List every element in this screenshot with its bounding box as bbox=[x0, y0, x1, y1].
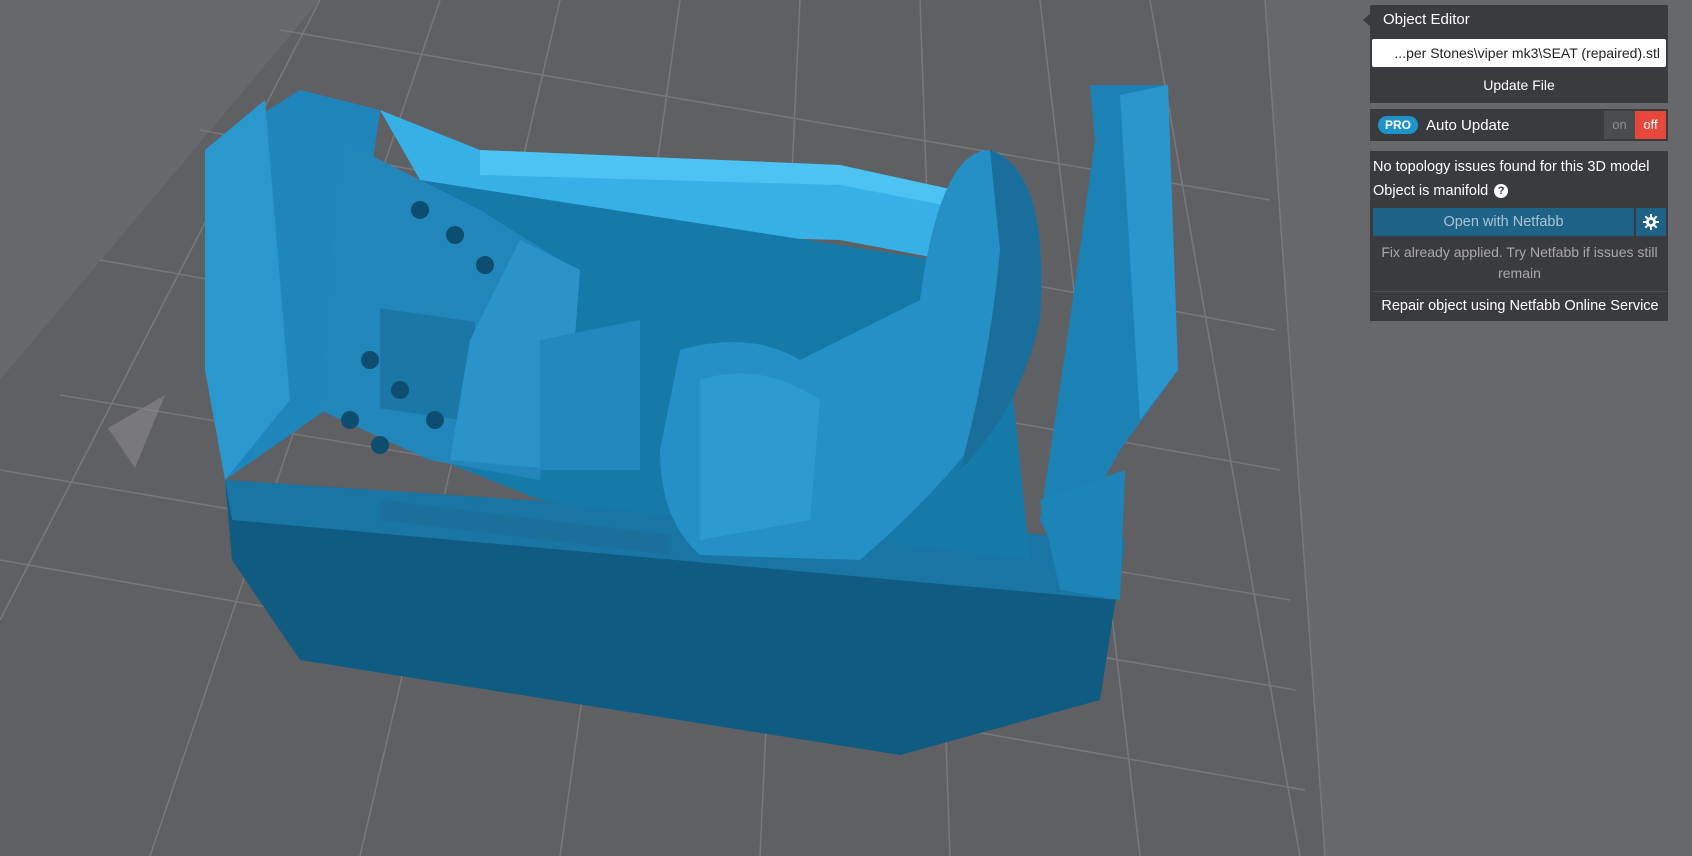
pro-badge: PRO bbox=[1378, 116, 1419, 134]
manifold-status: Object is manifold? bbox=[1373, 179, 1666, 203]
repair-netfabb-online-button[interactable]: Repair object using Netfabb Online Servi… bbox=[1373, 291, 1667, 319]
object-editor-title: Object Editor bbox=[1383, 11, 1470, 28]
toggle-off-option[interactable]: off bbox=[1635, 111, 1666, 139]
fix-applied-note: Fix already applied. Try Netfabb if issu… bbox=[1381, 244, 1658, 281]
topology-status-box: No topology issues found for this 3D mod… bbox=[1370, 151, 1668, 321]
file-path-input[interactable] bbox=[1372, 39, 1666, 67]
manifold-status-text: Object is manifold bbox=[1373, 183, 1489, 199]
gear-icon bbox=[1643, 214, 1659, 230]
open-with-netfabb-button[interactable]: Open with Netfabb bbox=[1373, 208, 1634, 236]
update-file-button[interactable]: Update File bbox=[1372, 71, 1666, 99]
auto-update-toggle[interactable]: on off bbox=[1604, 111, 1666, 139]
auto-update-label: Auto Update bbox=[1426, 116, 1510, 134]
netfabb-row: Open with Netfabb bbox=[1373, 208, 1666, 236]
file-section: Update File bbox=[1370, 35, 1668, 103]
toggle-on-option[interactable]: on bbox=[1604, 111, 1635, 139]
auto-update-row: PRO Auto Update on off bbox=[1370, 109, 1668, 141]
netfabb-settings-button[interactable] bbox=[1634, 208, 1666, 236]
topology-status-text: No topology issues found for this 3D mod… bbox=[1373, 159, 1650, 175]
question-circle-icon[interactable]: ? bbox=[1494, 184, 1509, 198]
object-editor-header: Object Editor bbox=[1363, 5, 1668, 35]
